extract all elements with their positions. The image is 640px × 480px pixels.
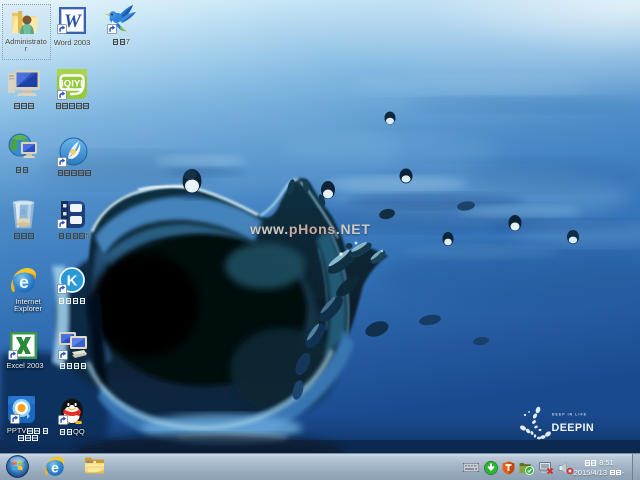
svg-text:e: e [19,272,29,292]
svg-text:K: K [67,273,78,290]
svg-text:e: e [51,460,59,475]
svg-text:iQIYI: iQIYI [61,79,83,90]
svg-text:DEEP IN LIFE: DEEP IN LIFE [552,413,587,417]
svg-text:DEEPIN: DEEPIN [552,422,595,434]
